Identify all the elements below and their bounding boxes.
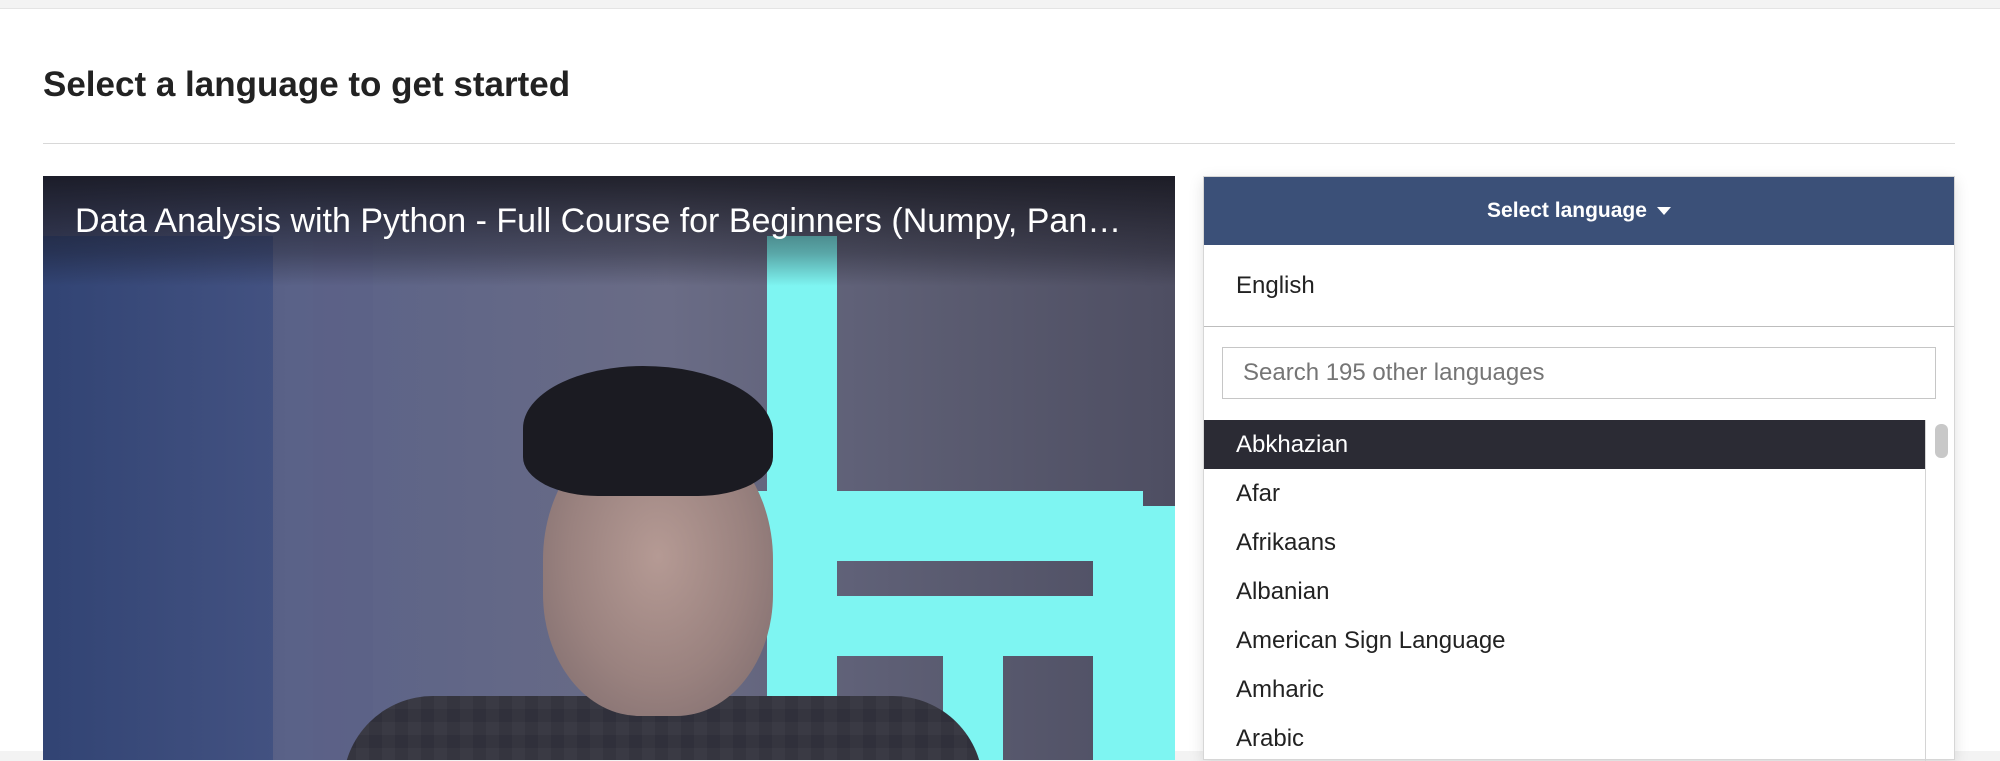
language-option-arabic[interactable]: Arabic	[1204, 714, 1925, 761]
language-option-label: Amharic	[1236, 675, 1325, 703]
language-option-american-sign-language[interactable]: American Sign Language	[1204, 616, 1925, 665]
language-selector: Select language English Abkhazian Afar A…	[1203, 176, 1955, 761]
presenter-hair	[523, 366, 773, 496]
cyan-logo-shape	[837, 596, 1175, 656]
language-list-scrollbar[interactable]	[1935, 424, 1948, 458]
language-option-label: American Sign Language	[1236, 626, 1506, 654]
page-title: Select a language to get started	[43, 65, 571, 104]
language-list[interactable]: Abkhazian Afar Afrikaans Albanian Americ…	[1204, 420, 1926, 761]
current-language-label: English	[1236, 271, 1315, 299]
select-language-label: Select language	[1487, 199, 1647, 222]
language-search-input[interactable]	[1222, 347, 1936, 399]
current-language-option[interactable]: English	[1204, 245, 1954, 327]
language-option-label: Afrikaans	[1236, 528, 1337, 556]
video-player[interactable]: Data Analysis with Python - Full Course …	[43, 176, 1175, 760]
language-option-amharic[interactable]: Amharic	[1204, 665, 1925, 714]
video-backdrop-panel	[43, 236, 273, 760]
page-container: Select a language to get started Data An…	[0, 8, 2000, 761]
language-option-abkhazian[interactable]: Abkhazian	[1204, 420, 1925, 469]
caret-down-icon	[1656, 207, 1671, 215]
language-option-label: Abkhazian	[1236, 430, 1349, 458]
language-option-albanian[interactable]: Albanian	[1204, 567, 1925, 616]
language-option-label: Afar	[1236, 479, 1281, 507]
language-option-label: Arabic	[1236, 724, 1305, 752]
language-option-afar[interactable]: Afar	[1204, 469, 1925, 518]
language-option-label: Albanian	[1236, 577, 1330, 605]
select-language-button[interactable]: Select language	[1204, 177, 1954, 245]
video-backdrop-panel	[313, 236, 373, 760]
language-option-afrikaans[interactable]: Afrikaans	[1204, 518, 1925, 567]
video-title[interactable]: Data Analysis with Python - Full Course …	[75, 202, 1155, 241]
title-divider	[43, 143, 1955, 144]
